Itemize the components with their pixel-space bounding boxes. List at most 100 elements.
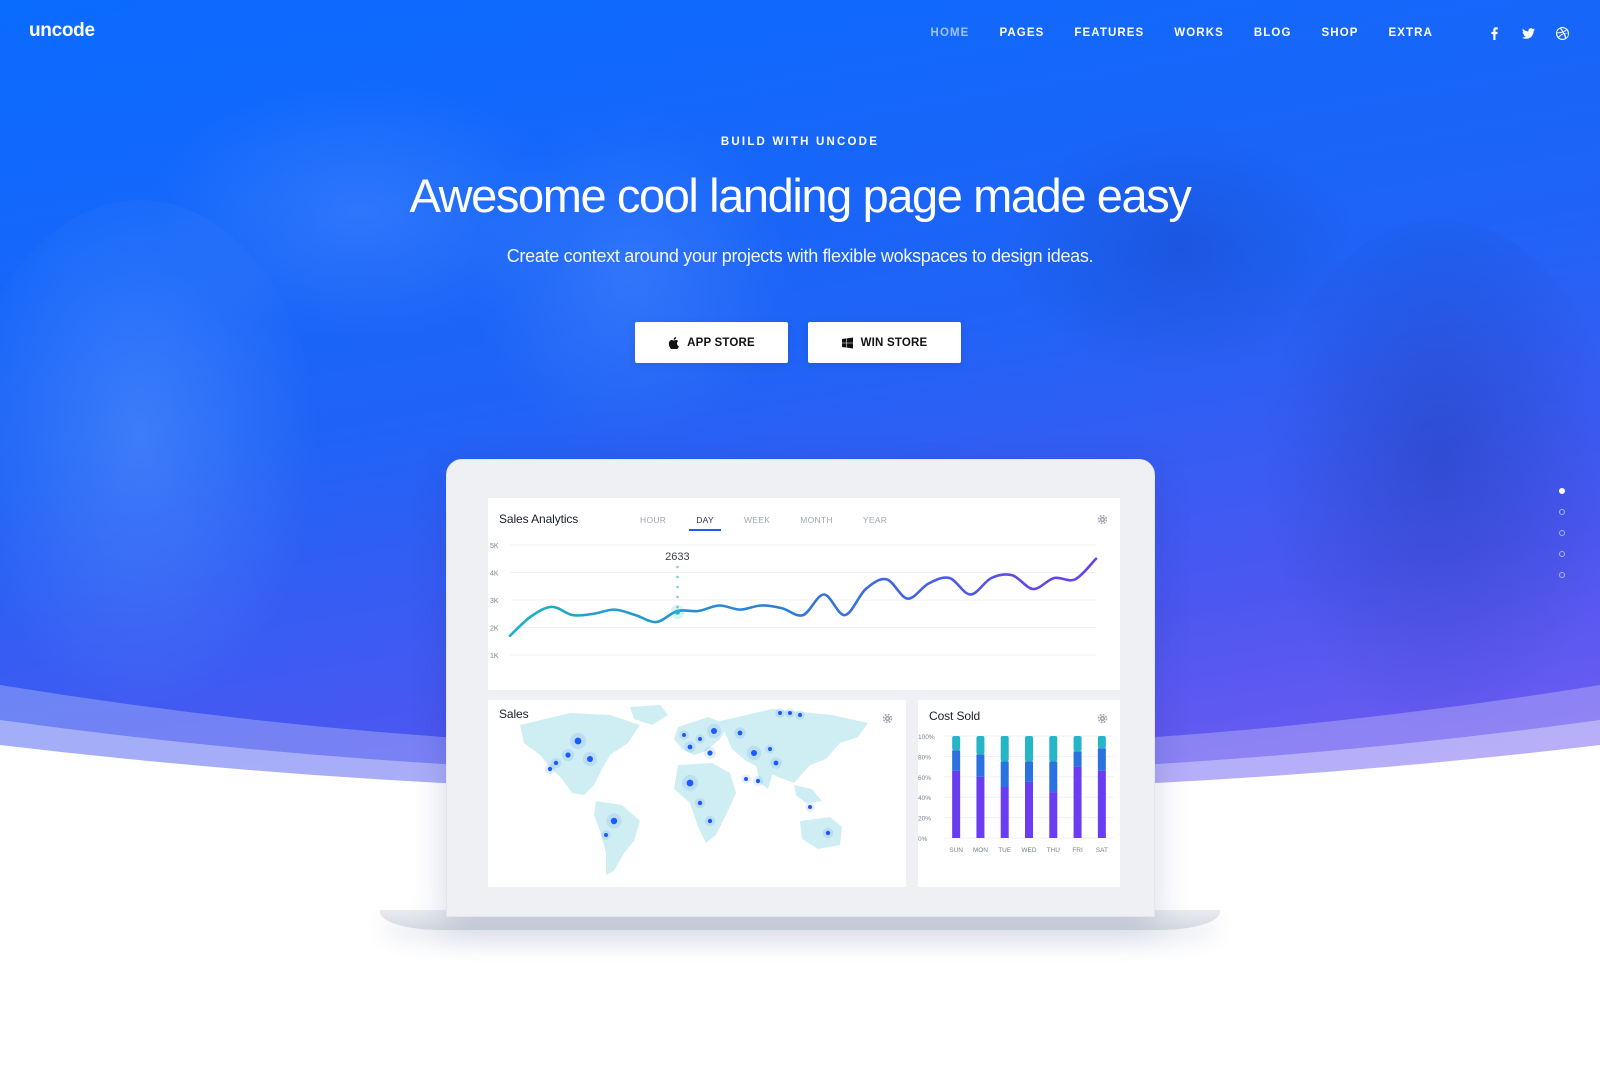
map-marker xyxy=(778,711,782,715)
x-tick-label: WED xyxy=(1021,847,1036,854)
tab-month[interactable]: MONTH xyxy=(800,515,833,525)
nav-item-works[interactable]: WORKS xyxy=(1174,27,1224,39)
win-store-button[interactable]: WIN STORE xyxy=(808,322,961,363)
map-marker xyxy=(698,737,702,741)
pagination-dot[interactable] xyxy=(1559,572,1565,578)
map-marker xyxy=(587,756,593,762)
map-marker xyxy=(707,818,713,824)
map-asia xyxy=(720,709,868,783)
map-marker xyxy=(751,750,757,756)
y-tick-label: 40% xyxy=(918,795,931,802)
hero-headline: Awesome cool landing page made easy xyxy=(409,169,1191,222)
map-marker xyxy=(768,747,772,751)
tooltip-value: 2633 xyxy=(665,551,689,563)
windows-icon xyxy=(841,337,853,348)
map-marker xyxy=(610,817,618,825)
tab-hour[interactable]: HOUR xyxy=(640,515,666,525)
pagination-dot[interactable] xyxy=(1559,509,1565,515)
nav-item-shop[interactable]: SHOP xyxy=(1322,27,1359,39)
bar-segment xyxy=(1000,736,1009,762)
dribbble-icon[interactable] xyxy=(1555,26,1569,40)
background-person-right xyxy=(1260,220,1600,740)
tab-day[interactable]: DAY xyxy=(689,515,721,531)
section-pagination xyxy=(1559,488,1569,593)
tab-week[interactable]: WEEK xyxy=(744,515,770,525)
map-marker xyxy=(547,766,553,772)
bar-segment xyxy=(1025,736,1033,762)
cost-settings-icon[interactable] xyxy=(1097,711,1108,724)
tooltip-guide-dot xyxy=(676,595,679,599)
map-marker xyxy=(755,778,761,784)
twitter-icon[interactable] xyxy=(1521,26,1535,40)
y-tick-label: 20% xyxy=(918,816,931,823)
y-tick-label: 1K xyxy=(490,653,499,660)
y-tick-label: 4K xyxy=(490,571,499,578)
nav-item-features[interactable]: FEATURES xyxy=(1074,27,1144,39)
map-marker xyxy=(711,728,717,734)
map-marker xyxy=(825,830,831,836)
y-tick-label: 3K xyxy=(490,598,499,605)
hero-eyebrow: BUILD WITH UNCODE xyxy=(720,136,880,148)
bar-segment xyxy=(1073,766,1082,838)
nav-item-home[interactable]: HOME xyxy=(931,27,970,39)
bar-segment xyxy=(1073,736,1082,752)
y-tick-label: 80% xyxy=(918,754,931,761)
x-tick-label: FRI xyxy=(1072,847,1083,854)
map-marker xyxy=(737,730,743,736)
pagination-dot[interactable] xyxy=(1559,488,1565,494)
main-menu: HOME PAGES FEATURES WORKS BLOG SHOP EXTR… xyxy=(931,0,1600,66)
cost-sold-title: Cost Sold xyxy=(929,709,981,723)
x-tick-label: SAT xyxy=(1096,847,1108,854)
map-marker xyxy=(798,713,802,717)
bar-segment xyxy=(1025,761,1033,782)
logo[interactable]: uncode xyxy=(29,20,95,42)
top-navigation: uncode HOME PAGES FEATURES WORKS BLOG SH… xyxy=(0,0,1600,66)
sales-analytics-title: Sales Analytics xyxy=(499,512,579,526)
sales-line-chart: 5K 4K 3K 2K 1K 2633 xyxy=(490,543,1098,660)
bar-segment xyxy=(952,770,961,838)
bar-segment xyxy=(1049,792,1058,838)
x-tick-label: SUN xyxy=(949,847,963,854)
tooltip-point xyxy=(674,609,681,615)
hero-subline: Create context around your projects with… xyxy=(506,246,1094,266)
pagination-dot[interactable] xyxy=(1559,551,1565,557)
nav-item-extra[interactable]: EXTRA xyxy=(1389,27,1433,39)
map-marker xyxy=(604,833,608,837)
analytics-settings-icon[interactable] xyxy=(1097,512,1108,525)
bar-segment xyxy=(1000,761,1009,787)
map-marker xyxy=(687,744,693,750)
bar-segment xyxy=(1097,770,1106,838)
y-tick-label: 2K xyxy=(490,626,499,633)
bar-segment xyxy=(976,776,985,838)
x-tick-label: TUE xyxy=(998,847,1012,854)
map-marker xyxy=(744,777,748,781)
x-tick-label: THU xyxy=(1047,847,1061,854)
bar-segment xyxy=(1097,748,1106,771)
tooltip-guide-dot xyxy=(676,565,679,569)
tooltip-guide-dot xyxy=(676,575,679,579)
map-marker xyxy=(686,779,694,787)
nav-item-pages[interactable]: PAGES xyxy=(999,27,1044,39)
map-marker xyxy=(808,805,812,809)
map-marker xyxy=(682,733,686,737)
bar-segment xyxy=(1049,761,1058,793)
sales-series-line xyxy=(508,557,1098,638)
bar-segment xyxy=(976,754,985,777)
bar-segment xyxy=(1025,781,1033,838)
map-marker xyxy=(574,737,582,745)
tab-year[interactable]: YEAR xyxy=(863,515,887,525)
bar-segment xyxy=(1049,736,1058,762)
pagination-dot[interactable] xyxy=(1559,530,1565,536)
x-tick-label: MON xyxy=(973,847,988,854)
nav-item-blog[interactable]: BLOG xyxy=(1254,27,1292,39)
app-store-button[interactable]: APP STORE xyxy=(635,322,788,363)
cost-sold-bar-chart: 100% 80% 60% 40% 20% 0% SUN MON TUE WED THU FRI SAT xyxy=(918,734,1114,854)
bar-segment xyxy=(952,736,961,751)
bar-segment xyxy=(976,736,985,755)
facebook-icon[interactable] xyxy=(1487,26,1501,40)
map-south-america xyxy=(594,801,640,875)
world-map xyxy=(520,705,868,875)
app-store-label: APP STORE xyxy=(687,336,755,349)
social-links xyxy=(1467,26,1569,40)
map-marker xyxy=(697,800,703,806)
